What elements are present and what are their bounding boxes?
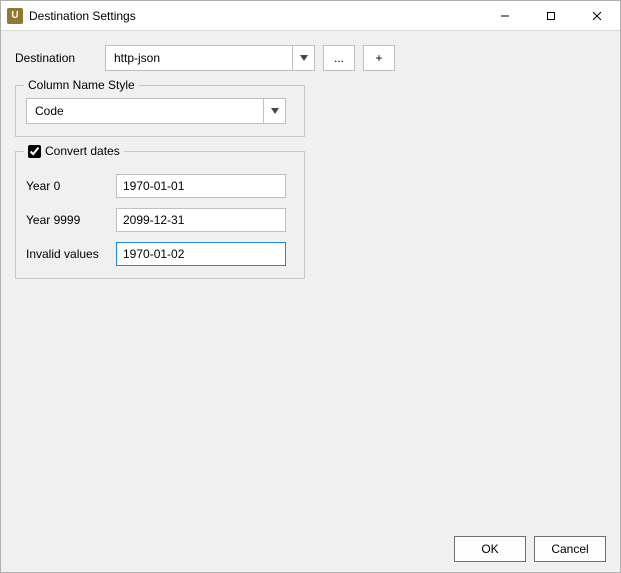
titlebar: U Destination Settings: [1, 1, 620, 31]
footer: OK Cancel: [15, 526, 606, 562]
year9999-label: Year 9999: [26, 213, 116, 227]
destination-row: Destination http-json ... +: [15, 45, 606, 71]
convert-dates-group: Convert dates Year 0 Year 9999 Invalid v…: [15, 151, 305, 279]
content: Destination http-json ... + Column Name …: [1, 31, 620, 572]
window: U Destination Settings Destination http-…: [0, 0, 621, 573]
convert-dates-checkbox[interactable]: [28, 145, 41, 158]
chevron-down-icon: [263, 99, 285, 123]
column-style-combo[interactable]: Code: [26, 98, 286, 124]
year9999-input[interactable]: [116, 208, 286, 232]
convert-dates-legend: Convert dates: [24, 144, 124, 158]
invalid-values-input[interactable]: [116, 242, 286, 266]
app-icon: U: [7, 8, 23, 24]
maximize-button[interactable]: [528, 1, 574, 30]
window-title: Destination Settings: [29, 9, 136, 23]
destination-label: Destination: [15, 51, 105, 65]
cancel-button[interactable]: Cancel: [534, 536, 606, 562]
destination-combo[interactable]: http-json: [105, 45, 315, 71]
close-button[interactable]: [574, 1, 620, 30]
invalid-values-label: Invalid values: [26, 247, 116, 261]
minimize-button[interactable]: [482, 1, 528, 30]
ok-button[interactable]: OK: [454, 536, 526, 562]
add-button[interactable]: +: [363, 45, 395, 71]
year0-label: Year 0: [26, 179, 116, 193]
chevron-down-icon: [292, 46, 314, 70]
destination-selected: http-json: [114, 51, 160, 65]
column-name-style-legend: Column Name Style: [24, 78, 139, 92]
browse-button[interactable]: ...: [323, 45, 355, 71]
year0-input[interactable]: [116, 174, 286, 198]
window-controls: [482, 1, 620, 30]
column-name-style-group: Column Name Style Code: [15, 85, 305, 137]
column-style-selected: Code: [35, 104, 64, 118]
